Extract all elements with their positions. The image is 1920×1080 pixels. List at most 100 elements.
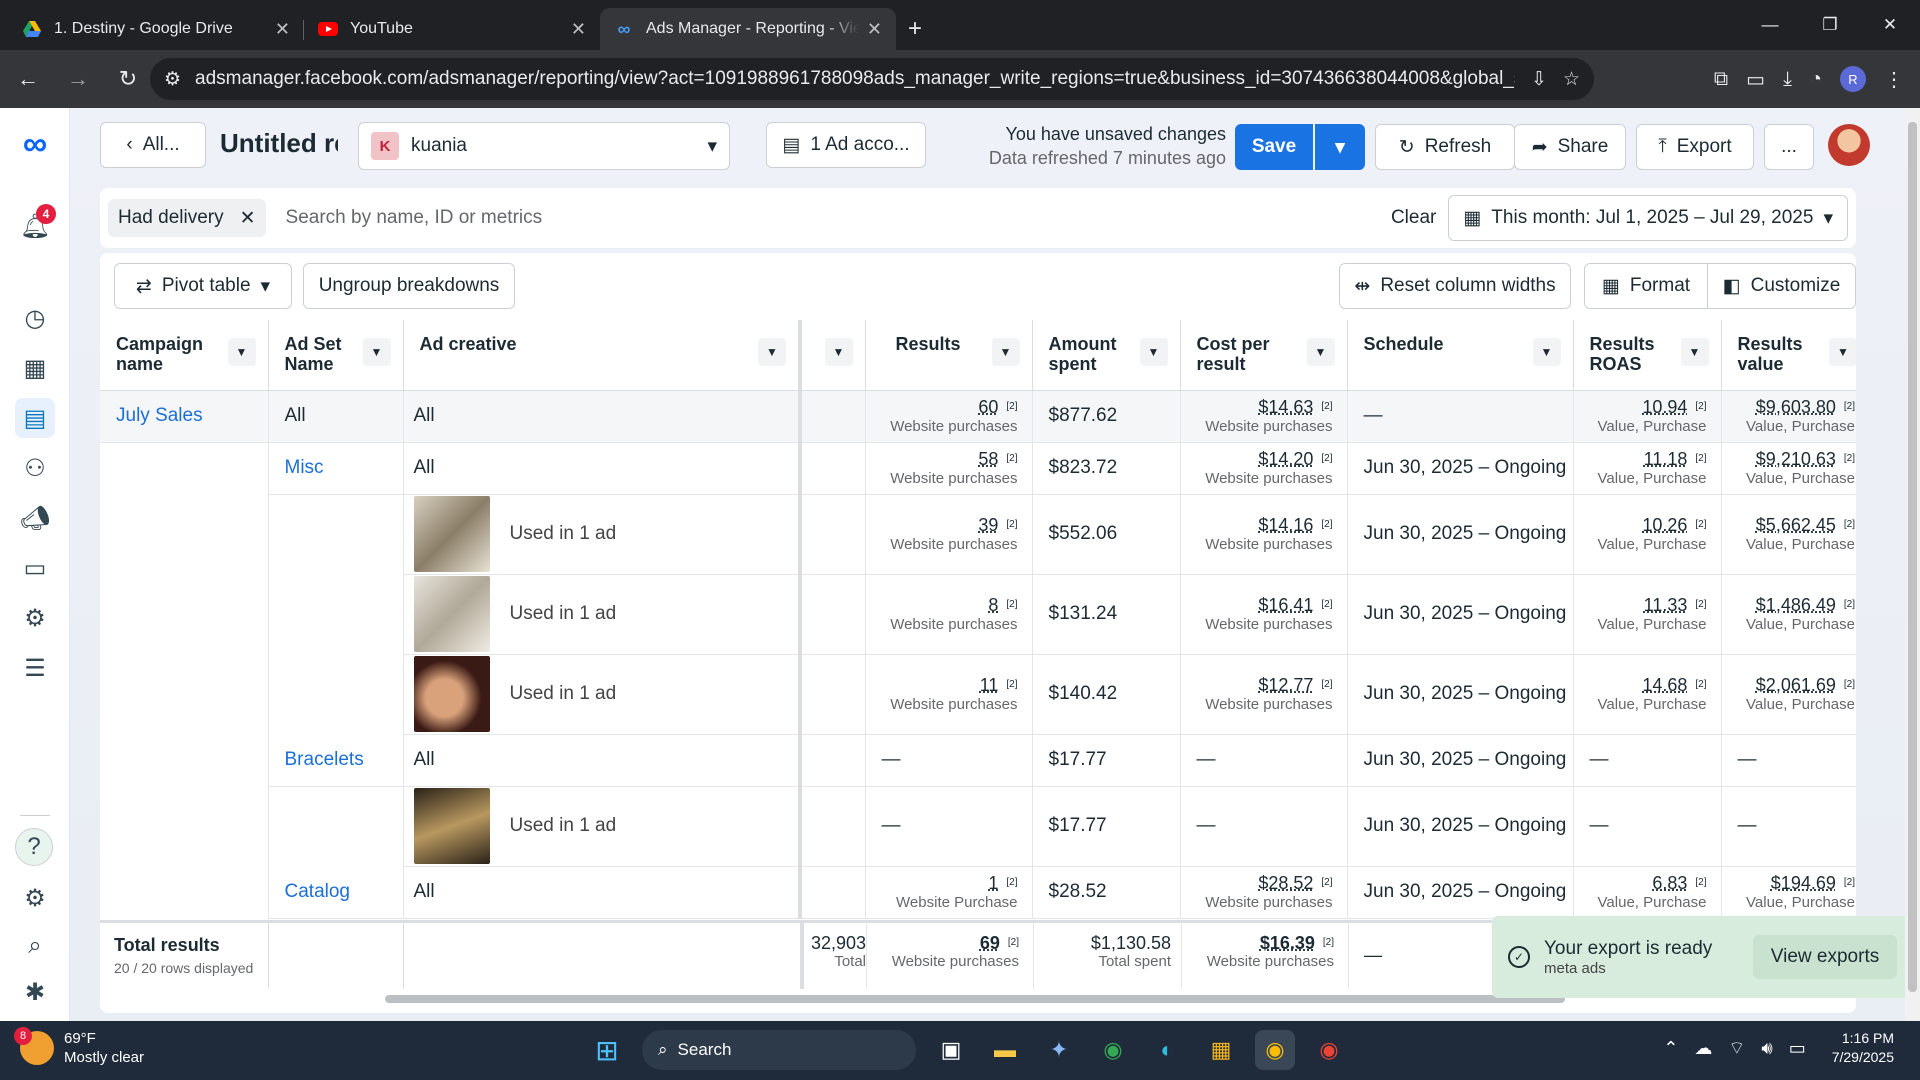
col-schedule[interactable]: Schedule ▼ xyxy=(1346,320,1573,391)
reload-icon[interactable]: ↻ xyxy=(106,57,150,101)
table-row[interactable]: Used in 1 ad — $17.77— Jun 30, 2025 – Ongoi… xyxy=(100,786,1856,867)
search-input[interactable]: Search by name, ID or metrics xyxy=(286,207,1391,229)
column-menu-icon[interactable]: ▼ xyxy=(227,338,256,366)
format-button[interactable]: ▦ Format xyxy=(1584,263,1708,309)
chrome-profile-s-icon[interactable]: ◉ xyxy=(1309,1030,1349,1070)
cell-ad-creative[interactable]: Used in 1 ad xyxy=(402,654,802,735)
ad-accounts-button[interactable]: ▤ 1 Ad acco... xyxy=(766,122,926,168)
back-to-all-button[interactable]: ‹ All... xyxy=(100,122,206,168)
col-campaign-name[interactable]: Campaign name ▼ xyxy=(100,320,268,391)
campaigns-table-icon[interactable]: ▦ xyxy=(15,348,55,388)
date-range-picker[interactable]: ▦ This month: Jul 1, 2025 – Jul 29, 2025… xyxy=(1448,195,1848,241)
chrome-profile-r-icon[interactable]: ◉ xyxy=(1255,1030,1295,1070)
reporting-icon[interactable]: ▤ xyxy=(15,398,55,438)
tab-ads-manager[interactable]: ∞ Ads Manager - Reporting - View ✕ xyxy=(600,8,896,50)
battery-icon[interactable]: ▭ xyxy=(1789,1038,1806,1059)
windows-start-icon[interactable]: ⊞ xyxy=(587,1030,627,1070)
ads-megaphone-icon[interactable]: 📣︎ xyxy=(15,498,55,538)
edge-icon[interactable]: ◐ xyxy=(1147,1030,1187,1070)
close-tab-icon[interactable]: ✕ xyxy=(275,19,290,40)
ad-thumbnail-image[interactable] xyxy=(413,496,490,572)
weather-widget[interactable]: 8 69°F Mostly clear xyxy=(14,1027,144,1067)
ad-thumbnail-image[interactable] xyxy=(413,788,490,864)
cell-ad-set[interactable]: Bracelets xyxy=(267,734,403,787)
audiences-icon[interactable]: ⚇ xyxy=(15,448,55,488)
help-icon[interactable]: ? xyxy=(15,828,53,866)
cell-ad-set[interactable]: Misc xyxy=(267,442,403,495)
column-menu-icon[interactable]: ▼ xyxy=(991,338,1020,366)
search-icon[interactable]: ⌕ xyxy=(15,926,55,966)
ungroup-breakdowns-button[interactable]: Ungroup breakdowns xyxy=(303,263,515,309)
ad-thumbnail-image[interactable] xyxy=(413,576,490,652)
new-tab-icon[interactable]: + xyxy=(896,8,934,50)
pivot-table-button[interactable]: ⇄ Pivot table ▾ xyxy=(114,263,292,309)
customize-button[interactable]: ◧ Customize xyxy=(1707,263,1856,309)
col-ad-set-name[interactable]: Ad Set Name ▼ xyxy=(267,320,403,391)
clock[interactable]: 1:16 PM 7/29/2025 xyxy=(1832,1029,1894,1067)
refresh-button[interactable]: ↻ Refresh xyxy=(1375,124,1515,170)
column-menu-icon[interactable]: ▼ xyxy=(1139,338,1168,366)
table-row[interactable]: Used in 1 ad 11 [2] Website purchases $140.4… xyxy=(100,654,1856,735)
col-hidden[interactable]: ▼ xyxy=(800,320,865,391)
address-bar[interactable]: ⚙ adsmanager.facebook.com/adsmanager/rep… xyxy=(150,58,1594,100)
page-scrollbar[interactable] xyxy=(1905,108,1920,1021)
table-row[interactable]: Bracelets All — $17.77— Jun 30, 2025 – Ongoi… xyxy=(100,734,1856,787)
cast-icon[interactable]: ▭ xyxy=(1746,67,1765,92)
more-options-button[interactable]: ... xyxy=(1764,124,1814,170)
share-button[interactable]: ➦ Share xyxy=(1514,124,1626,170)
bug-report-icon[interactable]: ✱ xyxy=(15,972,55,1012)
cell-ad-set[interactable]: Catalog xyxy=(267,866,403,919)
profile-avatar[interactable]: R xyxy=(1840,66,1866,92)
clear-filters-button[interactable]: Clear xyxy=(1391,207,1436,229)
column-menu-icon[interactable]: ▼ xyxy=(824,338,853,366)
column-menu-icon[interactable]: ▼ xyxy=(1532,338,1561,366)
settings-gear-icon[interactable]: ⚙ xyxy=(15,878,55,918)
chrome-menu-icon[interactable]: ⋮ xyxy=(1884,67,1904,92)
column-menu-icon[interactable]: ▼ xyxy=(1306,338,1335,366)
table-row[interactable]: Misc All 58 [2] Website purchases $823.72 $14.… xyxy=(100,442,1856,495)
meta-logo-icon[interactable]: ∞ xyxy=(15,124,55,164)
cell-ad-creative[interactable]: All xyxy=(402,442,802,495)
back-arrow-icon[interactable]: ← xyxy=(6,57,50,101)
cell-ad-creative[interactable]: All xyxy=(402,734,802,787)
all-tools-menu-icon[interactable]: ☰ xyxy=(15,648,55,688)
column-menu-icon[interactable]: ▼ xyxy=(1829,338,1856,366)
col-amount-spent[interactable]: Amount spent ▼ xyxy=(1031,320,1180,391)
user-avatar[interactable] xyxy=(1828,124,1870,166)
cell-ad-creative[interactable]: Used in 1 ad xyxy=(402,494,802,575)
tab-google-drive[interactable]: 1. Destiny - Google Drive ✕ xyxy=(8,8,304,50)
bookmark-star-icon[interactable]: ☆ xyxy=(1563,68,1580,91)
cell-ad-set[interactable]: All xyxy=(267,390,403,443)
dashboard-gauge-icon[interactable]: ◷ xyxy=(15,298,55,338)
site-info-icon[interactable]: ⚙ xyxy=(164,68,181,91)
cell-ad-creative[interactable]: Used in 1 ad xyxy=(402,786,802,867)
save-options-caret-icon[interactable]: ▾ xyxy=(1315,124,1365,170)
task-view-icon[interactable]: ▣ xyxy=(931,1030,971,1070)
col-results-roas[interactable]: Results ROAS ▼ xyxy=(1572,320,1721,391)
table-row[interactable]: Catalog All 1 [2] Website Purchase $28.52 $28.… xyxy=(100,866,1856,919)
reset-column-widths-button[interactable]: ⇹ Reset column widths xyxy=(1339,263,1571,309)
col-cost-per-result[interactable]: Cost per result ▼ xyxy=(1179,320,1347,391)
remove-filter-icon[interactable]: ✕ xyxy=(240,207,256,230)
account-selector[interactable]: K kuania ▾ xyxy=(358,122,730,170)
cell-ad-creative[interactable]: All xyxy=(402,390,802,443)
column-menu-icon[interactable]: ▼ xyxy=(362,338,391,366)
show-hidden-icons-icon[interactable]: ⌃ xyxy=(1663,1038,1678,1059)
extensions-icon[interactable]: ⧉ xyxy=(1714,68,1728,91)
table-row[interactable]: Used in 1 ad 8 [2] Website purchases $131.24… xyxy=(100,574,1856,655)
cell-campaign[interactable]: July Sales xyxy=(100,390,268,443)
report-title[interactable]: Untitled report xyxy=(220,128,338,164)
col-results-value[interactable]: Results value ▼ xyxy=(1720,320,1856,391)
column-menu-icon[interactable]: ▼ xyxy=(758,338,786,366)
cell-ad-creative[interactable]: All xyxy=(402,866,802,919)
tab-youtube[interactable]: YouTube ✕ xyxy=(304,8,600,50)
table-row[interactable]: July Sales All All 60 [2] Website purchases $8… xyxy=(100,390,1856,443)
view-exports-button[interactable]: View exports xyxy=(1752,935,1898,979)
col-ad-creative[interactable]: Ad creative ▼ xyxy=(402,320,802,391)
close-tab-icon[interactable]: ✕ xyxy=(867,19,882,40)
column-menu-icon[interactable]: ▼ xyxy=(1680,338,1709,366)
onedrive-cloud-icon[interactable]: ☁ xyxy=(1694,1038,1712,1059)
download-icon[interactable]: ⤓ xyxy=(1783,68,1792,91)
filter-chip-had-delivery[interactable]: Had delivery ✕ xyxy=(108,199,266,237)
install-app-icon[interactable]: ⇩ xyxy=(1531,68,1547,91)
